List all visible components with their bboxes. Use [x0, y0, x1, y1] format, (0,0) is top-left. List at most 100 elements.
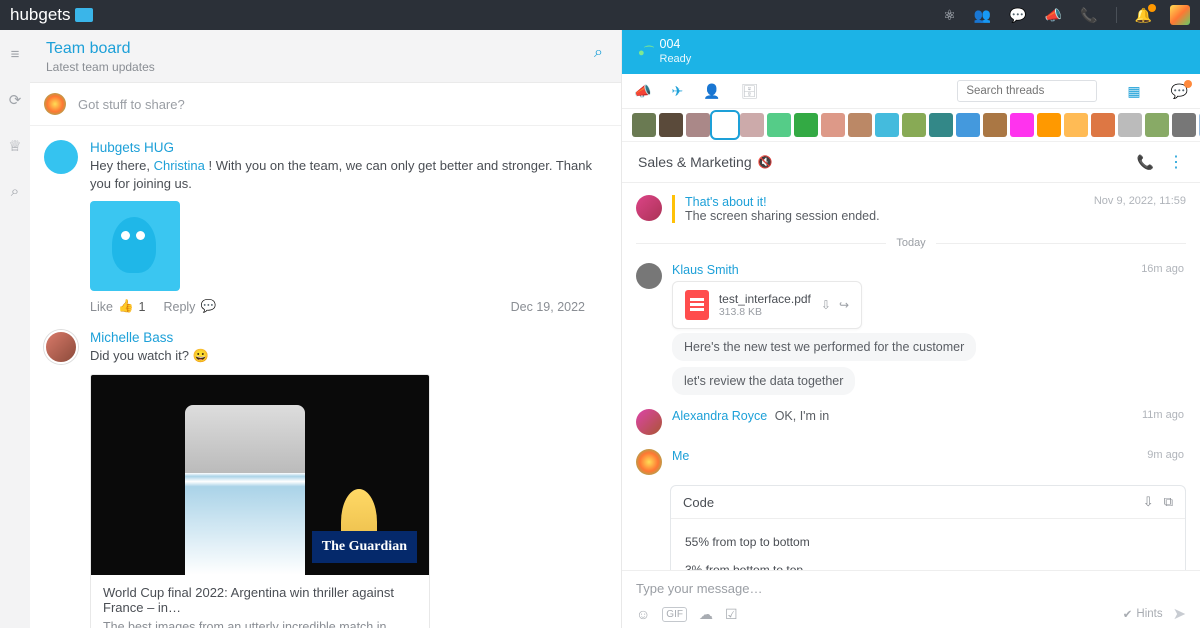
call-icon[interactable]: 📞 — [1137, 154, 1154, 171]
channel-avatar[interactable] — [983, 113, 1007, 137]
status-ready: Ready — [660, 53, 692, 67]
phone-icon[interactable]: 📞 — [1080, 7, 1097, 24]
share-icon[interactable]: ↪ — [839, 298, 849, 312]
code-block: Code ⇩ ⧉ 55% from top to bottom 3% from … — [670, 485, 1186, 570]
emoji-icon[interactable]: ☺ — [636, 606, 650, 622]
file-attachment[interactable]: test_interface.pdf 313.8 KB ⇩ ↪ — [672, 281, 862, 329]
tabs-row: 📣 ✈ 👤 🗄 ▦ 💬 — [622, 74, 1200, 109]
logo[interactable]: hubgets — [10, 5, 93, 25]
avatar-alexandra[interactable] — [636, 409, 662, 435]
compose-row: Type your message… ☺ GIF ☁ ☑ ✔ Hints ➤ — [622, 570, 1200, 628]
copy-code-icon[interactable]: ⧉ — [1164, 494, 1173, 510]
channel-avatar[interactable] — [740, 113, 764, 137]
message-me: 9m ago Me — [622, 445, 1200, 479]
msg-author: Me — [672, 449, 689, 463]
more-icon[interactable]: ⋮ — [1168, 152, 1184, 172]
share-row[interactable]: Got stuff to share? — [30, 83, 621, 126]
post-author[interactable]: Hubgets HUG — [90, 140, 605, 155]
message-alexandra: 11m ago Alexandra Royce OK, I'm in — [622, 405, 1200, 439]
megaphone-icon[interactable]: 📣 — [1045, 7, 1062, 24]
channel-avatar[interactable] — [1172, 113, 1196, 137]
channel-avatar[interactable] — [713, 113, 737, 137]
msg-time: 9m ago — [1147, 449, 1184, 461]
channel-avatar[interactable] — [875, 113, 899, 137]
channel-avatar[interactable] — [794, 113, 818, 137]
channel-avatar[interactable] — [767, 113, 791, 137]
crown-icon[interactable]: ♕ — [8, 137, 21, 155]
check-icon[interactable]: ☑ — [725, 606, 738, 623]
avatar-michelle[interactable] — [44, 330, 78, 364]
channel-avatar[interactable] — [929, 113, 953, 137]
channel-avatar[interactable] — [659, 113, 683, 137]
sys-avatar — [636, 195, 662, 221]
compose-input[interactable]: Type your message… — [636, 579, 1186, 604]
chat-bubble-icon[interactable]: 💬 — [1171, 83, 1188, 100]
notification-badge — [1148, 4, 1156, 12]
channel-name: Sales & Marketing — [638, 154, 752, 170]
atom-icon[interactable]: ⚛ — [943, 7, 956, 24]
channel-avatar[interactable] — [1118, 113, 1142, 137]
reply-button[interactable]: Reply 💬 — [163, 299, 216, 314]
post-text: Did you watch it? 😀 — [90, 347, 605, 365]
msg-author[interactable]: Klaus Smith — [672, 263, 739, 277]
board-title: Team board — [46, 40, 605, 58]
archive-tab-icon[interactable]: 🗄 — [741, 83, 759, 100]
megaphone-tab-icon[interactable]: 📣 — [634, 83, 651, 100]
chat-icon[interactable]: 💬 — [1009, 7, 1026, 24]
channel-avatar[interactable] — [1091, 113, 1115, 137]
avatar-hug[interactable] — [44, 140, 78, 174]
search-icon[interactable]: ⌕ — [11, 183, 19, 200]
chat-body: That's about it! The screen sharing sess… — [622, 183, 1200, 570]
msg-time: 11m ago — [1142, 409, 1184, 421]
post-hug: Hubgets HUG Hey there, Christina ! With … — [30, 126, 621, 324]
link-card[interactable]: The Guardian World Cup final 2022: Argen… — [90, 374, 430, 628]
user-avatar[interactable] — [1170, 5, 1190, 25]
menu-icon[interactable]: ≡ — [11, 46, 20, 63]
channel-avatar[interactable] — [956, 113, 980, 137]
download-icon[interactable]: ⇩ — [821, 298, 831, 312]
main: Team board Latest team updates ⌕ Got stu… — [30, 30, 1200, 628]
search-threads-input[interactable] — [957, 80, 1097, 102]
contact-tab-icon[interactable]: 👤 — [703, 83, 720, 100]
msg-author[interactable]: Alexandra Royce — [672, 409, 767, 423]
channel-avatar[interactable] — [686, 113, 710, 137]
attach-icon[interactable]: ☁ — [699, 606, 713, 623]
post-author[interactable]: Michelle Bass — [90, 330, 605, 345]
hints-button[interactable]: ✔ Hints — [1123, 607, 1163, 621]
grid-icon[interactable]: ▦ — [1127, 83, 1140, 100]
channel-avatar[interactable] — [848, 113, 872, 137]
self-avatar — [44, 93, 66, 115]
bell-icon[interactable]: 🔔 — [1135, 7, 1152, 24]
team-board-column: Team board Latest team updates ⌕ Got stu… — [30, 30, 622, 628]
like-button[interactable]: Like 👍 1 — [90, 299, 145, 314]
channel-avatar[interactable] — [1064, 113, 1088, 137]
channel-avatar[interactable] — [902, 113, 926, 137]
refresh-icon[interactable]: ⟳ — [9, 91, 22, 109]
download-code-icon[interactable]: ⇩ — [1143, 494, 1154, 510]
mention[interactable]: Christina — [154, 158, 205, 173]
gif-icon[interactable]: GIF — [662, 607, 687, 622]
system-message: That's about it! The screen sharing sess… — [622, 191, 1200, 227]
board-header: Team board Latest team updates ⌕ — [30, 30, 621, 83]
channel-avatar[interactable] — [632, 113, 656, 137]
card-image: The Guardian — [91, 375, 429, 575]
channel-header: Sales & Marketing 🔇 📞 ⋮ — [622, 141, 1200, 183]
avatar-klaus[interactable] — [636, 263, 662, 289]
pdf-icon — [685, 290, 709, 320]
brand-name: hubgets — [10, 5, 71, 25]
welcome-image — [90, 201, 180, 291]
feed: Hubgets HUG Hey there, Christina ! With … — [30, 126, 621, 628]
search-threads[interactable] — [957, 80, 1097, 102]
channel-avatar[interactable] — [1037, 113, 1061, 137]
channel-avatar[interactable] — [821, 113, 845, 137]
send-button[interactable]: ➤ — [1173, 604, 1186, 624]
mute-icon[interactable]: 🔇 — [758, 155, 773, 169]
msg-text: OK, I'm in — [775, 409, 829, 423]
people-icon[interactable]: 👥 — [974, 7, 991, 24]
channel-avatar[interactable] — [1010, 113, 1034, 137]
msg-time: 16m ago — [1141, 263, 1184, 275]
channel-avatar[interactable] — [1145, 113, 1169, 137]
avatar-me[interactable] — [636, 449, 662, 475]
board-search-icon[interactable]: ⌕ — [594, 44, 603, 62]
send-tab-icon[interactable]: ✈ — [671, 83, 683, 100]
